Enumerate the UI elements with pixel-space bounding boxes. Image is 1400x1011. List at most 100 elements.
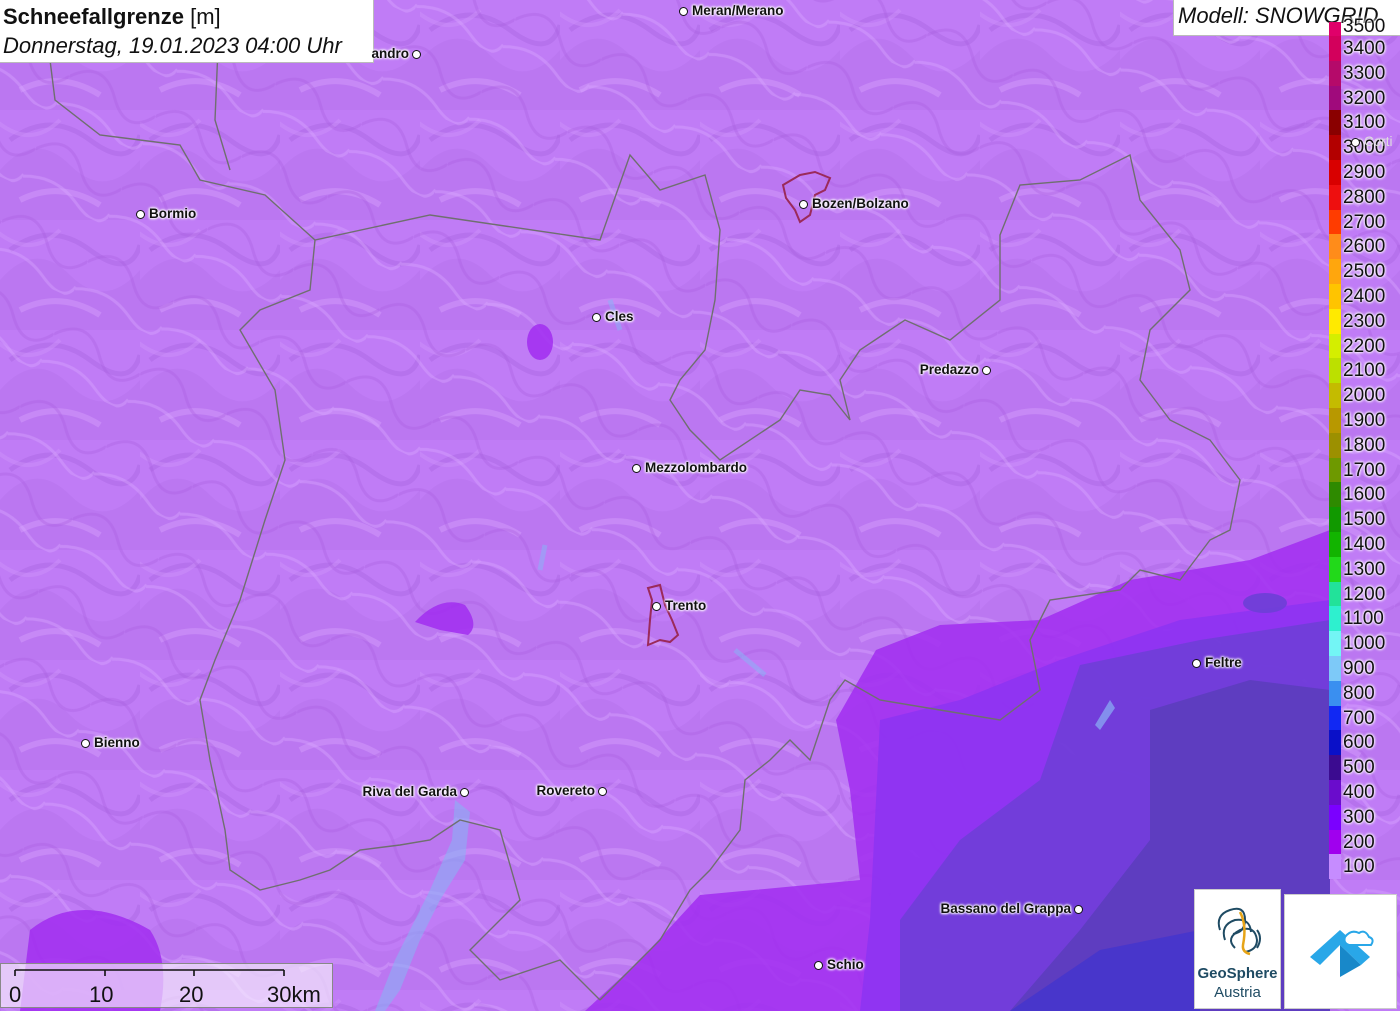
- legend-row: 3200: [1329, 85, 1400, 111]
- town-dot[interactable]: [598, 787, 607, 796]
- town-label[interactable]: Riva del Garda: [362, 784, 457, 799]
- legend-row: 2000: [1329, 383, 1400, 408]
- town-label[interactable]: Rovereto: [536, 783, 595, 798]
- snowline-map[interactable]: [0, 0, 1400, 1011]
- legend-label: 2200: [1343, 335, 1386, 357]
- town-dot[interactable]: [592, 313, 601, 322]
- legend-label: 2300: [1343, 310, 1386, 332]
- legend-swatch: [1329, 705, 1341, 731]
- app-logo[interactable]: [1284, 894, 1397, 1009]
- town-label[interactable]: Bozen/Bolzano: [812, 196, 909, 211]
- town-label[interactable]: Feltre: [1205, 655, 1242, 670]
- town-dot[interactable]: [1192, 659, 1201, 668]
- town-label[interactable]: Predazzo: [920, 362, 979, 377]
- town-label[interactable]: Bienno: [94, 735, 140, 750]
- town-dot[interactable]: [1351, 138, 1360, 147]
- town-dot[interactable]: [632, 464, 641, 473]
- town-label[interactable]: Meran/Merano: [692, 3, 784, 18]
- legend-label: 300: [1343, 806, 1375, 828]
- legend-row: 600: [1329, 730, 1400, 756]
- legend-row: 500: [1329, 755, 1400, 780]
- legend-swatch: [1329, 854, 1341, 880]
- legend-row: 1500: [1329, 507, 1400, 532]
- legend-row: 2200: [1329, 333, 1400, 359]
- legend-label: 2100: [1343, 360, 1386, 382]
- legend-label: 600: [1343, 732, 1375, 754]
- scale-bar: 0 10 20 30km: [0, 963, 333, 1008]
- town-label[interactable]: Corti: [1364, 134, 1393, 149]
- town-dot[interactable]: [136, 210, 145, 219]
- legend-row: 2500: [1329, 259, 1400, 284]
- town-label[interactable]: Trento: [665, 598, 706, 613]
- legend-label: 2900: [1343, 162, 1386, 183]
- legend-swatch: [1329, 680, 1341, 706]
- legend-label: 3200: [1343, 87, 1386, 109]
- legend-row: 2400: [1329, 284, 1400, 309]
- legend-row: 1300: [1329, 556, 1400, 582]
- geosphere-logo-icon: [1217, 907, 1261, 956]
- legend-swatch: [1329, 333, 1341, 359]
- color-legend: 3500 3400 3300 3200 3100 3000 2900 2800 2700 260…: [1329, 16, 1400, 891]
- town-label[interactable]: Cles: [605, 309, 634, 324]
- legend-row: 700: [1329, 705, 1400, 731]
- title-unit: [m]: [190, 4, 221, 29]
- title-main: Schneefallgrenze: [3, 4, 184, 29]
- town-dot[interactable]: [460, 788, 469, 797]
- town-label[interactable]: Mezzolombardo: [645, 460, 747, 475]
- legend-row: 1700: [1329, 457, 1400, 483]
- town-dot[interactable]: [679, 7, 688, 16]
- legend-swatch: [1329, 581, 1341, 607]
- legend-row: 1800: [1329, 432, 1400, 458]
- legend-row: 300: [1329, 804, 1400, 830]
- legend-label: 1700: [1343, 459, 1386, 481]
- town-label[interactable]: Bormio: [149, 206, 196, 221]
- legend-swatch: [1329, 60, 1341, 86]
- legend-label: 1500: [1343, 509, 1386, 531]
- town-label[interactable]: Bassano del Grappa: [940, 901, 1071, 916]
- scale-bar-line: [14, 969, 285, 976]
- legend-row: 1100: [1329, 606, 1400, 632]
- legend-row: 900: [1329, 656, 1400, 681]
- town-dot[interactable]: [652, 602, 661, 611]
- legend-row: 3400: [1329, 36, 1400, 61]
- legend-swatch: [1329, 110, 1341, 136]
- legend-swatch: [1329, 234, 1341, 260]
- legend-label: 3400: [1343, 38, 1386, 59]
- legend-swatch: [1329, 358, 1341, 384]
- town-dot[interactable]: [81, 739, 90, 748]
- geosphere-logo-subtext: Austria: [1214, 984, 1261, 1001]
- map-title-box: Schneefallgrenze [m] Donnerstag, 19.01.2…: [0, 0, 374, 63]
- legend-swatch: [1329, 259, 1341, 284]
- town-dot[interactable]: [1074, 905, 1083, 914]
- scale-label-30km: 30km: [267, 982, 321, 1007]
- legend-row: 3300: [1329, 60, 1400, 86]
- town-dot[interactable]: [799, 200, 808, 209]
- legend-label: 500: [1343, 757, 1375, 779]
- legend-swatch: [1329, 284, 1341, 309]
- geosphere-austria-logo[interactable]: GeoSphere Austria: [1194, 889, 1281, 1009]
- legend-label: 100: [1343, 856, 1375, 878]
- town-dot[interactable]: [982, 366, 991, 375]
- legend-label: 200: [1343, 831, 1375, 853]
- legend-row: 2600: [1329, 234, 1400, 260]
- legend-swatch: [1329, 85, 1341, 111]
- legend-swatch: [1329, 184, 1341, 210]
- legend-row: 1900: [1329, 408, 1400, 433]
- town-dot[interactable]: [814, 961, 823, 970]
- legend-swatch: [1329, 457, 1341, 483]
- town-dot[interactable]: [412, 50, 421, 59]
- legend-label: 800: [1343, 682, 1375, 704]
- legend-label: 2700: [1343, 211, 1386, 233]
- legend-label: 400: [1343, 782, 1375, 803]
- legend-swatch: [1329, 755, 1341, 780]
- legend-label: 1100: [1343, 608, 1384, 630]
- legend-row: 1000: [1329, 631, 1400, 656]
- legend-label-top: 3500: [1343, 16, 1386, 37]
- town-label[interactable]: andro: [371, 46, 409, 61]
- snowline-patch-feltre: [1243, 593, 1287, 613]
- legend-swatch: [1329, 160, 1341, 185]
- legend-row-top: 3500: [1329, 16, 1400, 37]
- town-label[interactable]: Schio: [827, 957, 864, 972]
- scale-label-10: 10: [89, 982, 114, 1007]
- legend-row: 1200: [1329, 581, 1400, 607]
